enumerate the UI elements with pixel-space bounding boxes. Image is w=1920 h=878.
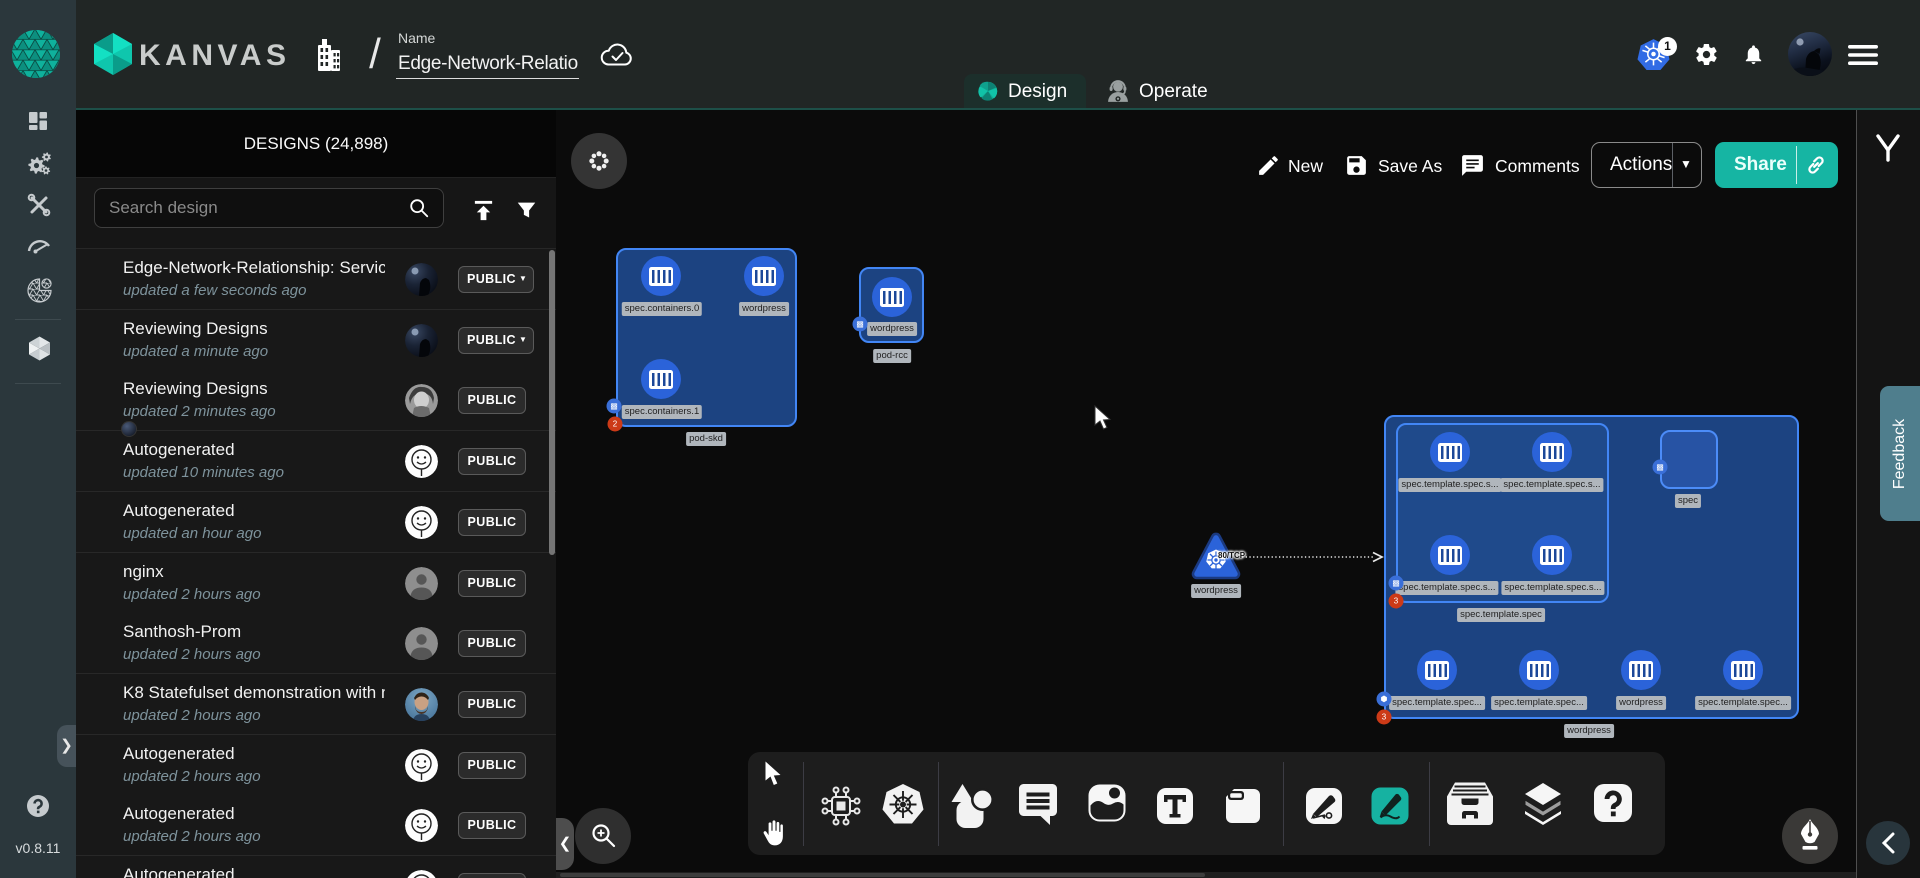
svg-text:KANVAS: KANVAS: [139, 39, 289, 72]
